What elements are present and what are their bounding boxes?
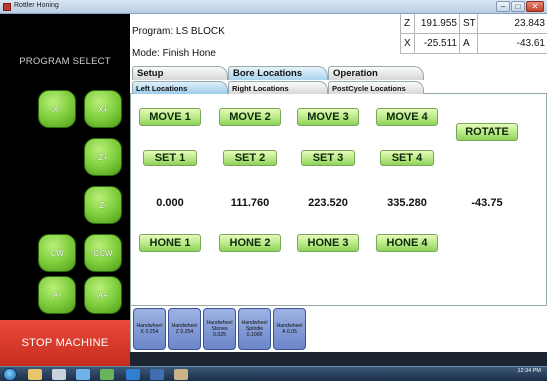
jog-z-minus-button[interactable]: Z- [84, 186, 122, 224]
jog-a-plus-button[interactable]: A+ [84, 276, 122, 314]
tab-operation[interactable]: Operation [328, 66, 424, 80]
program-select-label[interactable]: PROGRAM SELECT [0, 56, 130, 67]
rotate-value: -43.75 [471, 197, 503, 209]
jog-x-minus-button[interactable]: X- [38, 90, 76, 128]
tab-postcycle-locations[interactable]: PostCycle Locations [328, 81, 424, 94]
location-1-value: 0.000 [156, 197, 184, 209]
folder-icon[interactable] [28, 369, 42, 380]
move-2-button[interactable]: MOVE 2 [219, 108, 281, 126]
tab-setup[interactable]: Setup [132, 66, 228, 80]
z-axis-label: Z [400, 14, 414, 34]
skype-icon[interactable] [126, 369, 140, 380]
z-axis-value: 191.955 [414, 14, 459, 34]
set-3-button[interactable]: SET 3 [301, 150, 355, 166]
tab-bore-locations[interactable]: Bore Locations [228, 66, 328, 80]
handwheel-x-button[interactable]: Handwheel X 0.254 [133, 308, 166, 350]
sub-tab-bar: Left Locations Right Locations PostCycle… [130, 80, 547, 94]
printer-icon[interactable] [52, 369, 66, 380]
a-axis-label: A [459, 34, 477, 54]
handwheel-strip: Handwheel X 0.254 Handwheel Z 0.254 Hand… [130, 306, 547, 352]
hone-3-button[interactable]: HONE 3 [297, 234, 359, 252]
location-3-value: 223.520 [308, 197, 348, 209]
app-icon [3, 3, 11, 11]
set-1-button[interactable]: SET 1 [143, 150, 197, 166]
hone-2-button[interactable]: HONE 2 [219, 234, 281, 252]
rotate-cw-button[interactable]: CW [38, 234, 76, 272]
jog-x-plus-button[interactable]: X+ [84, 90, 122, 128]
hone-1-button[interactable]: HONE 1 [139, 234, 201, 252]
minimize-icon[interactable]: – [496, 1, 510, 12]
bore-locations-panel: MOVE 1 MOVE 2 MOVE 3 MOVE 4 ROTATE SET 1… [130, 94, 547, 306]
left-control-panel: PROGRAM SELECT X- X+ Z+ Z- CW CCW A- A+ … [0, 14, 130, 366]
rotate-button[interactable]: ROTATE [456, 123, 518, 141]
set-2-button[interactable]: SET 2 [223, 150, 277, 166]
move-1-button[interactable]: MOVE 1 [139, 108, 201, 126]
window-title: Rottler Honing [14, 2, 59, 9]
x-axis-value: -25.511 [414, 34, 459, 54]
set-4-button[interactable]: SET 4 [380, 150, 434, 166]
move-4-button[interactable]: MOVE 4 [376, 108, 438, 126]
location-4-value: 335.280 [387, 197, 427, 209]
maximize-icon[interactable]: □ [511, 1, 525, 12]
start-menu-icon[interactable] [3, 368, 17, 381]
hone-4-button[interactable]: HONE 4 [376, 234, 438, 252]
program-name: Program: LS BLOCK [132, 26, 225, 37]
handwheel-a-button[interactable]: Handwheel A 0.05 [273, 308, 306, 350]
main-tab-bar: Setup Bore Locations Operation [130, 64, 547, 80]
move-3-button[interactable]: MOVE 3 [297, 108, 359, 126]
st-value: 23.843 [477, 14, 547, 34]
stop-machine-button[interactable]: STOP MACHINE [0, 320, 130, 366]
mode-display: Mode: Finish Hone [132, 48, 216, 59]
jog-z-plus-button[interactable]: Z+ [84, 138, 122, 176]
rotate-ccw-button[interactable]: CCW [84, 234, 122, 272]
window-titlebar: Rottler Honing – □ ✕ [0, 0, 547, 14]
os-taskbar: 12:34 PM [0, 366, 547, 381]
a-axis-value: -43.61 [477, 34, 547, 54]
network-app-icon[interactable] [150, 369, 164, 380]
location-2-value: 111.760 [230, 197, 270, 209]
coordinate-readout: Z 191.955 ST 23.843 X -25.511 A -43.61 [400, 14, 547, 54]
browser-icon[interactable] [76, 369, 90, 380]
window-controls: – □ ✕ [496, 1, 544, 12]
handwheel-spindle-button[interactable]: Handwheel Spindle 0.1000 [238, 308, 271, 350]
tab-right-locations[interactable]: Right Locations [228, 81, 328, 94]
system-clock: 12:34 PM [517, 368, 541, 374]
st-label: ST [459, 14, 477, 34]
close-icon[interactable]: ✕ [526, 1, 544, 12]
honing-app-icon[interactable] [174, 369, 188, 380]
handwheel-stones-button[interactable]: Handwheel Stones 0.025 [203, 308, 236, 350]
image-app-icon[interactable] [100, 369, 114, 380]
jog-a-minus-button[interactable]: A- [38, 276, 76, 314]
handwheel-z-button[interactable]: Handwheel Z 0.254 [168, 308, 201, 350]
x-axis-label: X [400, 34, 414, 54]
tab-left-locations[interactable]: Left Locations [132, 81, 228, 94]
program-header: Program: LS BLOCK Mode: Finish Hone Z 19… [130, 14, 547, 64]
